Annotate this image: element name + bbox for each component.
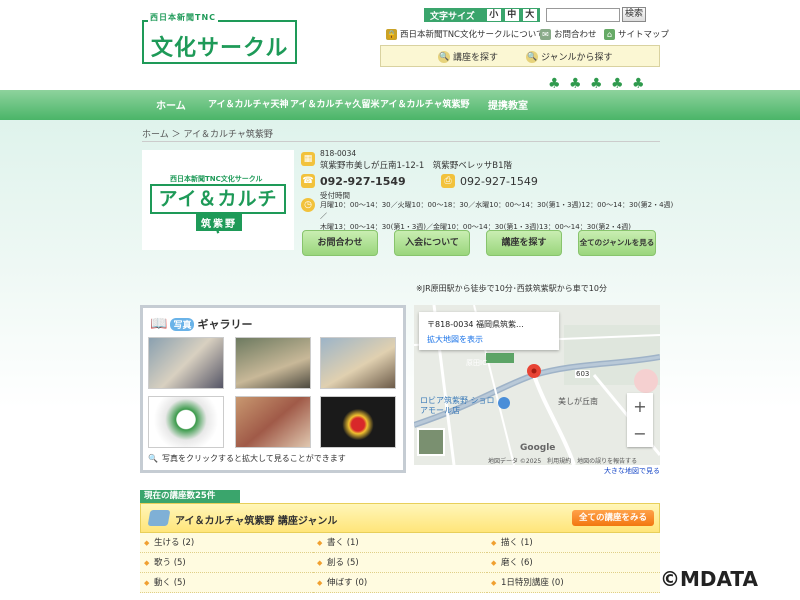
gallery-photo[interactable] bbox=[235, 396, 311, 448]
map-label-area: 美しが丘南 bbox=[558, 397, 598, 406]
postal-code: 818-0034 bbox=[320, 149, 357, 158]
all-courses-button[interactable]: 全ての講座をみる bbox=[572, 510, 654, 526]
nav-tenjin[interactable]: アイ＆カルチャ天神 bbox=[208, 97, 288, 110]
map-enlarge-link[interactable]: 拡大地図を表示 bbox=[427, 334, 483, 345]
map-address: 〒818-0034 福岡県筑紫... bbox=[427, 320, 524, 329]
genre-title: アイ＆カルチャ筑紫野 講座ジャンル bbox=[175, 516, 338, 527]
search-input[interactable] bbox=[546, 8, 620, 22]
gallery-photo[interactable] bbox=[320, 396, 396, 448]
zoom-out-button[interactable]: − bbox=[627, 420, 653, 447]
phone-icon: ☎ bbox=[301, 174, 315, 188]
book-icon: 📖 bbox=[150, 316, 168, 332]
nav-kurume[interactable]: アイ＆カルチャ久留米 bbox=[290, 97, 379, 110]
contact-button[interactable]: お問合わせ bbox=[302, 230, 378, 256]
breadcrumb[interactable]: ホーム ＞ アイ＆カルチャ筑紫野 bbox=[142, 127, 273, 140]
font-size-label: 文字サイズ bbox=[430, 11, 475, 22]
business-hours: 月曜10：00～14：30／火曜10：00～18：30／水曜10：00～14：3… bbox=[320, 201, 674, 231]
font-size-control: 文字サイズ 小 中 大 bbox=[424, 8, 540, 22]
gallery-photo[interactable] bbox=[148, 337, 224, 389]
magnifier-icon: 🔍 bbox=[526, 50, 538, 63]
school-logo-tag: 西日本新聞TNC文化サークル bbox=[170, 175, 263, 183]
breadcrumb-divider bbox=[142, 141, 660, 142]
font-size-large-button[interactable]: 大 bbox=[522, 9, 537, 21]
genre-item[interactable]: 伸ばす (0) bbox=[313, 573, 487, 593]
nav-partner[interactable]: 提携教室 bbox=[488, 97, 528, 112]
access-info: ※JR原田駅から徒歩で10分･西鉄筑紫駅から車で10分 bbox=[416, 284, 607, 293]
google-logo: Google bbox=[520, 443, 556, 453]
genre-item[interactable]: 動く (5) bbox=[140, 573, 313, 593]
genre-item[interactable]: 描く (1) bbox=[487, 533, 660, 553]
map-footer: 地図データ ©2025 利用規約 地図の誤りを報告する bbox=[488, 458, 638, 465]
search-button[interactable]: 検索 bbox=[622, 7, 646, 22]
map-label-route: 603 bbox=[575, 370, 591, 378]
gallery-badge: 写真 bbox=[170, 317, 195, 331]
join-button[interactable]: 入会について bbox=[394, 230, 470, 256]
about-link[interactable]: 🔒 西日本新聞TNC文化サークルについて bbox=[386, 28, 544, 40]
find-genre-link[interactable]: 🔍 ジャンルから探す bbox=[526, 50, 613, 63]
site-logo[interactable]: 西日本新聞TNC 文化サークル bbox=[142, 12, 297, 64]
find-course-button[interactable]: 講座を探す bbox=[486, 230, 562, 256]
course-count: 現在の講座数25件 bbox=[140, 490, 240, 503]
fax-number: 092-927-1549 bbox=[460, 175, 538, 188]
address: 筑紫野市美しが丘南1-12-1 筑紫野ベレッサB1階 bbox=[320, 161, 513, 171]
gallery-photo[interactable] bbox=[235, 337, 311, 389]
contact-link[interactable]: ✉ お問合わせ bbox=[540, 28, 597, 40]
logo-main: 文化サークル bbox=[151, 36, 289, 61]
copyright-watermark: ©MDATA bbox=[660, 567, 758, 591]
phone-number: 092-927-1549 bbox=[320, 175, 406, 188]
building-icon: ▦ bbox=[301, 152, 315, 166]
genre-item[interactable]: 歌う (5) bbox=[140, 553, 313, 573]
school-logo: 西日本新聞TNC文化サークル アイ＆カルチャ 筑紫野 bbox=[142, 150, 294, 250]
map-label-station: ロビア筑紫野 ショロアモール店 bbox=[420, 396, 495, 415]
gallery-title: 📖 写真 ギャラリー bbox=[150, 316, 253, 332]
school-logo-sub: 筑紫野 bbox=[196, 214, 242, 231]
font-size-small-button[interactable]: 小 bbox=[486, 9, 501, 21]
all-genres-button[interactable]: 全てのジャンルを見る bbox=[578, 230, 656, 256]
map-zoom-control: + − bbox=[627, 393, 653, 447]
gallery-note: 🔍 写真をクリックすると拡大して見ることができます bbox=[148, 454, 346, 463]
nav-chikushino[interactable]: アイ＆カルチャ筑紫野 bbox=[380, 97, 469, 110]
logo-tag: 西日本新聞TNC bbox=[148, 12, 219, 23]
gallery-photo[interactable] bbox=[148, 396, 224, 448]
map-label-ic: 原田IC bbox=[466, 359, 487, 367]
genre-grid: 生ける (2) 書く (1) 描く (1) 歌う (5) 創る (5) 磨く (… bbox=[140, 533, 660, 593]
map-info-card: 〒818-0034 福岡県筑紫... 拡大地図を表示 bbox=[419, 312, 559, 350]
magnifier-icon: 🔍 bbox=[148, 454, 158, 463]
genre-item[interactable]: 1日特別講座 (0) bbox=[487, 573, 660, 593]
genre-item[interactable]: 磨く (6) bbox=[487, 553, 660, 573]
font-size-medium-button[interactable]: 中 bbox=[504, 9, 519, 21]
mail-icon: ✉ bbox=[540, 28, 551, 40]
lock-icon: 🔒 bbox=[386, 28, 397, 40]
genre-item[interactable]: 書く (1) bbox=[313, 533, 487, 553]
genre-item[interactable]: 生ける (2) bbox=[140, 533, 313, 553]
zoom-in-button[interactable]: + bbox=[627, 393, 653, 420]
genre-icon bbox=[147, 510, 171, 526]
sitemap-icon: ⌂ bbox=[604, 28, 615, 40]
large-map-link[interactable]: 大きな地図で見る bbox=[604, 466, 660, 476]
find-course-link[interactable]: 🔍 講座を探す bbox=[438, 50, 498, 63]
school-logo-main: アイ＆カルチャ bbox=[150, 184, 286, 236]
search-bar bbox=[380, 45, 660, 67]
magnifier-icon: 🔍 bbox=[438, 50, 450, 63]
clock-icon: ◷ bbox=[301, 198, 315, 212]
genre-item[interactable]: 創る (5) bbox=[313, 553, 487, 573]
sitemap-link[interactable]: ⌂ サイトマップ bbox=[604, 28, 669, 40]
fax-icon: ⎙ bbox=[441, 174, 455, 188]
gallery-photo[interactable] bbox=[320, 337, 396, 389]
nav-home[interactable]: ホーム bbox=[156, 97, 186, 112]
